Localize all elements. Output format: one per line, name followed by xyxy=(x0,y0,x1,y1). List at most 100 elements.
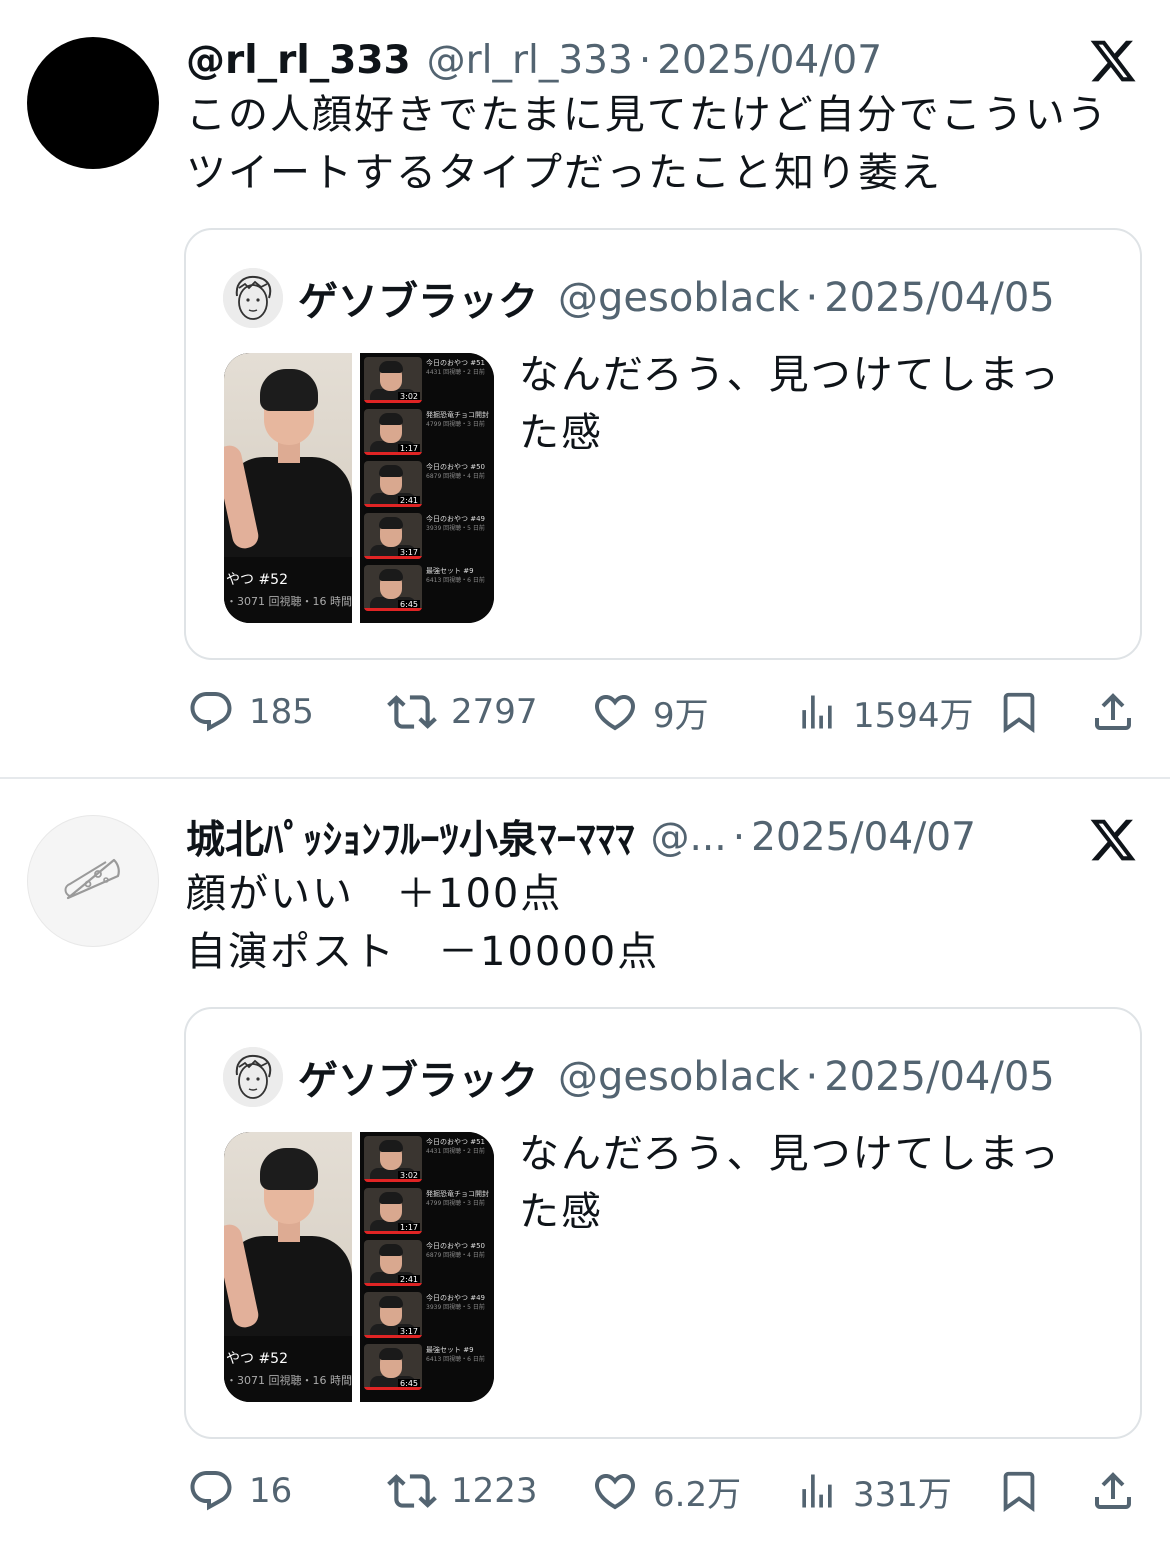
video-title: 今日のおやつ #50 xyxy=(426,463,485,471)
main-video-title: やつ #52 xyxy=(226,572,288,588)
action-bar: 16 1223 6.2万 331万 xyxy=(0,1461,1170,1521)
main-video-meta: ・3071 回視聴・16 時間前 xyxy=(226,595,363,608)
reply-count: 185 xyxy=(249,692,314,732)
video-title: 発掘恐竜チョコ開封 xyxy=(426,411,489,419)
quoted-author-avatar[interactable] xyxy=(223,1047,283,1107)
video-meta: 4431 回視聴・2 日前 xyxy=(426,1148,485,1155)
repost-button[interactable]: 2797 xyxy=(387,682,538,742)
author-avatar[interactable] xyxy=(27,815,159,947)
author-handle[interactable]: @rl_rl_333 xyxy=(427,38,633,83)
sketch-face-icon xyxy=(223,1047,283,1107)
repost-button[interactable]: 1223 xyxy=(387,1461,538,1521)
pizza-icon xyxy=(64,858,120,900)
separator-dot: · xyxy=(732,814,746,860)
repost-icon xyxy=(387,695,437,729)
tweet-text: この人顔好きでたまに見てたけど自分でこういうツイートするタイプだったこと知り萎え xyxy=(186,92,1109,196)
views-button[interactable]: 331万 xyxy=(795,1461,952,1521)
quoted-header: ゲソブラック @gesoblack · 2025/04/05 xyxy=(298,1049,1055,1105)
action-bar: 185 2797 9万 1594万 xyxy=(0,682,1170,742)
quoted-date[interactable]: 2025/04/05 xyxy=(824,1054,1055,1100)
author-avatar[interactable] xyxy=(27,37,159,169)
bookmark-icon xyxy=(1003,1471,1035,1512)
video-meta: 4431 回視聴・2 日前 xyxy=(426,369,485,376)
video-meta: 4799 回視聴・3 日前 xyxy=(426,421,485,428)
author-name[interactable]: @rl_rl_333 xyxy=(186,38,411,83)
quoted-author-name[interactable]: ゲソブラック xyxy=(298,269,538,327)
x-logo-icon xyxy=(1090,40,1136,82)
video-meta: 6413 回視聴・6 日前 xyxy=(426,577,485,584)
quoted-date[interactable]: 2025/04/05 xyxy=(824,275,1055,321)
video-title: 今日のおやつ #51 xyxy=(426,1138,485,1146)
repost-count: 1223 xyxy=(451,1471,538,1511)
video-title: 今日のおやつ #51 xyxy=(426,359,485,367)
views-button[interactable]: 1594万 xyxy=(795,682,974,742)
views-count: 331万 xyxy=(853,1474,952,1515)
video-title: 最強セット #9 xyxy=(426,1346,474,1354)
bookmark-icon xyxy=(1003,692,1035,733)
sketch-face-icon xyxy=(223,268,283,328)
video-meta: 6879 回視聴・4 日前 xyxy=(426,473,485,480)
author-name[interactable]: 城北ﾊﾟｯｼｮﾝﾌﾙｰﾂ小泉ﾏｰﾏﾏﾏ xyxy=(186,809,635,865)
share-icon xyxy=(1095,1472,1131,1509)
tweet[interactable]: 城北ﾊﾟｯｼｮﾝﾌﾙｰﾂ小泉ﾏｰﾏﾏﾏ @... · 2025/04/07 顔が… xyxy=(0,777,1170,1558)
video-title: 発掘恐竜チョコ開封 xyxy=(426,1190,489,1198)
reply-count: 16 xyxy=(249,1471,293,1511)
video-meta: 3939 回視聴・5 日前 xyxy=(426,525,485,532)
share-button[interactable] xyxy=(1089,1461,1137,1521)
views-chart-icon xyxy=(802,695,832,729)
tweet-header: 城北ﾊﾟｯｼｮﾝﾌﾙｰﾂ小泉ﾏｰﾏﾏﾏ @... · 2025/04/07 xyxy=(186,809,976,865)
quoted-text: なんだろう、見つけてしまった感 xyxy=(519,1131,1061,1235)
reply-icon xyxy=(190,1471,232,1511)
quoted-text: なんだろう、見つけてしまった感 xyxy=(519,352,1061,456)
quoted-media-thumbnail[interactable]: やつ #52 ・3071 回視聴・16 時間前 3:02 今日のおやつ #51 4… xyxy=(224,1132,494,1402)
video-title: 今日のおやつ #50 xyxy=(426,1242,485,1250)
video-meta: 3939 回視聴・5 日前 xyxy=(426,1304,485,1311)
heart-icon xyxy=(594,695,636,731)
tweet-date[interactable]: 2025/04/07 xyxy=(751,815,976,860)
quoted-author-handle[interactable]: @gesoblack xyxy=(558,275,799,321)
quoted-author-handle[interactable]: @gesoblack xyxy=(558,1054,799,1100)
reply-icon xyxy=(190,692,232,732)
tweet[interactable]: @rl_rl_333 @rl_rl_333 · 2025/04/07 この人顔好… xyxy=(0,0,1170,777)
like-button[interactable]: 9万 xyxy=(591,682,709,742)
quoted-tweet[interactable]: ゲソブラック @gesoblack · 2025/04/05 やつ #52 ・3… xyxy=(184,1007,1142,1439)
heart-icon xyxy=(594,1474,636,1510)
video-list: 3:02 今日のおやつ #51 4431 回視聴・2 日前 1:17 発掘恐竜チョ… xyxy=(360,1132,494,1402)
video-meta: 6879 回視聴・4 日前 xyxy=(426,1252,485,1259)
tweet-text-line: 顔がいい ＋100点 xyxy=(186,871,563,917)
share-button[interactable] xyxy=(1089,682,1137,742)
video-meta: 4799 回視聴・3 日前 xyxy=(426,1200,485,1207)
video-title: 今日のおやつ #49 xyxy=(426,515,485,523)
video-title: 最強セット #9 xyxy=(426,567,474,575)
main-video-meta: ・3071 回視聴・16 時間前 xyxy=(226,1374,363,1387)
tweet-text-line: 自演ポスト －10000点 xyxy=(186,929,660,975)
quoted-author-avatar[interactable] xyxy=(223,268,283,328)
quoted-media-thumbnail[interactable]: やつ #52 ・3071 回視聴・16 時間前 3:02 今日のおやつ #51 4… xyxy=(224,353,494,623)
tweet-date[interactable]: 2025/04/07 xyxy=(657,38,882,83)
main-video-frame: やつ #52 ・3071 回視聴・16 時間前 xyxy=(224,1132,363,1402)
share-icon xyxy=(1095,693,1131,730)
repost-icon xyxy=(387,1474,437,1508)
like-count: 6.2万 xyxy=(653,1474,742,1515)
bookmark-button[interactable] xyxy=(996,1461,1042,1521)
repost-count: 2797 xyxy=(451,692,538,732)
tweet-header: @rl_rl_333 @rl_rl_333 · 2025/04/07 xyxy=(186,35,882,85)
separator-dot: · xyxy=(805,275,819,321)
video-title: 今日のおやつ #49 xyxy=(426,1294,485,1302)
video-list: 3:02 今日のおやつ #51 4431 回視聴・2 日前 1:17 発掘恐竜チョ… xyxy=(360,353,494,623)
main-video-title: やつ #52 xyxy=(226,1351,288,1367)
quoted-author-name[interactable]: ゲソブラック xyxy=(298,1048,538,1106)
main-video-frame: やつ #52 ・3071 回視聴・16 時間前 xyxy=(224,353,363,623)
reply-button[interactable]: 185 xyxy=(187,682,314,742)
like-button[interactable]: 6.2万 xyxy=(591,1461,741,1521)
reply-button[interactable]: 16 xyxy=(187,1461,292,1521)
views-count: 1594万 xyxy=(853,695,974,736)
author-handle[interactable]: @... xyxy=(651,815,727,860)
quoted-tweet[interactable]: ゲソブラック @gesoblack · 2025/04/05 やつ #52 ・3… xyxy=(184,228,1142,660)
x-logo-icon xyxy=(1090,819,1136,861)
video-meta: 6413 回視聴・6 日前 xyxy=(426,1356,485,1363)
separator-dot: · xyxy=(805,1054,819,1100)
bookmark-button[interactable] xyxy=(996,682,1042,742)
tweet-text: 顔がいい ＋100点 自演ポスト －10000点 xyxy=(186,865,1146,981)
separator-dot: · xyxy=(638,37,652,83)
